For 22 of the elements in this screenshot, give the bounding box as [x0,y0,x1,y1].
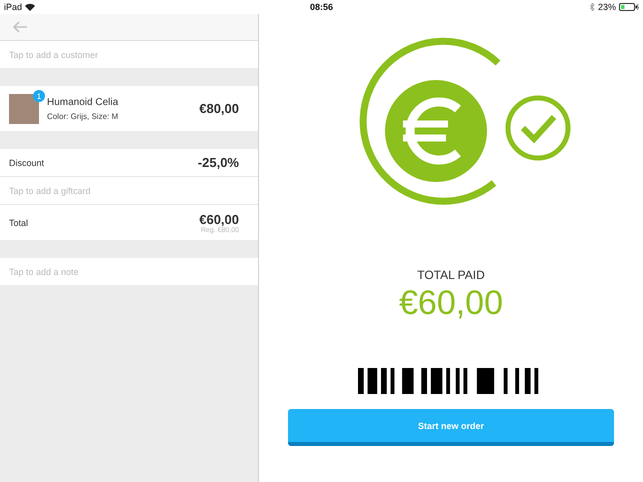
discount-label: Discount [9,158,44,168]
note-field[interactable]: Tap to add a note [9,266,79,276]
back-arrow-icon[interactable] [12,21,28,33]
quantity-badge: 1 [33,90,45,102]
total-value: €60,00 [199,212,239,226]
battery-icon [619,3,639,11]
discount-value: -25,0% [198,155,239,170]
total-paid-amount: €60,00 [399,284,503,323]
start-new-order-button[interactable]: Start new order [288,409,614,446]
total-paid-label: TOTAL PAID [417,268,485,282]
product-price: €80,00 [199,101,239,116]
wifi-icon [25,3,36,11]
total-label: Total [9,218,28,228]
clock-time: 08:56 [310,2,334,12]
product-photo-placeholder [9,94,39,124]
customer-field[interactable]: Tap to add a customer [9,50,98,60]
battery-percent: 23% [598,2,616,12]
device-name: iPad [4,2,22,12]
product-variant: Color: Grijs, Size: M [47,112,120,120]
giftcard-field[interactable]: Tap to add a giftcard [9,186,91,196]
bluetooth-icon [590,3,595,11]
product-name: Humanoid Celia [47,96,120,108]
